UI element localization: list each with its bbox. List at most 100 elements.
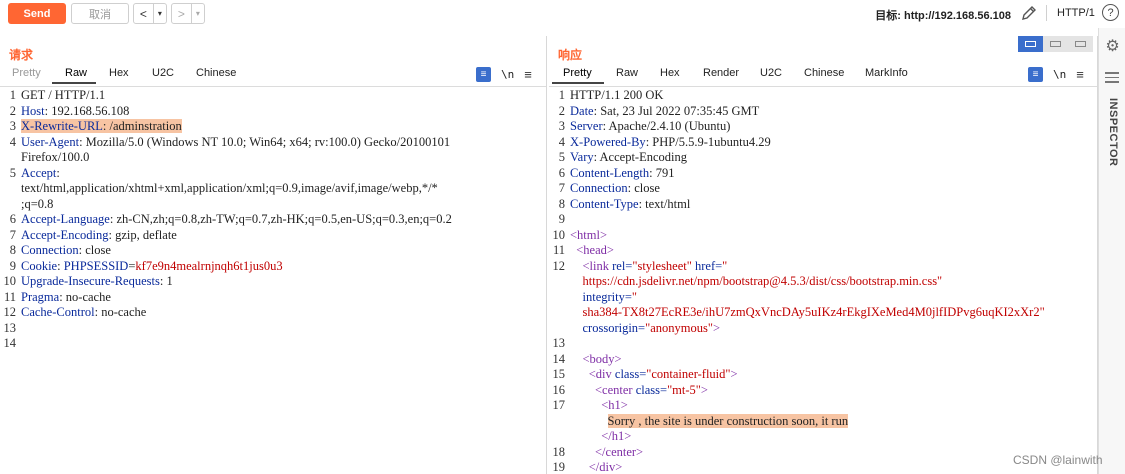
code-line: Accept-Language: zh-CN,zh;q=0.8,zh-TW;q=… bbox=[21, 212, 452, 228]
line-number: 4 bbox=[9, 134, 16, 149]
line-number: 18 bbox=[552, 444, 566, 459]
tab-hex[interactable]: Hex bbox=[109, 67, 129, 79]
code-line: Date: Sat, 23 Jul 2022 07:35:45 GMT bbox=[570, 104, 759, 120]
tab-hex[interactable]: Hex bbox=[660, 67, 680, 79]
right-sidebar: ⚙ INSPECTOR bbox=[1098, 28, 1125, 474]
watermark: CSDN @lainwith bbox=[1013, 453, 1103, 467]
code-line: <head> bbox=[570, 243, 614, 259]
code-token: Date bbox=[570, 103, 594, 118]
code-token: : 1 bbox=[159, 274, 173, 288]
response-tab-tools: ≡ \n ≡ bbox=[1028, 66, 1084, 82]
chevron-down-icon[interactable]: ▾ bbox=[190, 4, 204, 23]
inspector-tab[interactable]: INSPECTOR bbox=[1107, 98, 1119, 166]
line-number: 11 bbox=[3, 289, 16, 304]
response-panel: 响应 Pretty Raw Hex Render U2C Chinese Mar… bbox=[549, 36, 1098, 474]
code-token: : no-cache bbox=[94, 305, 147, 319]
code-token: </h1> bbox=[570, 429, 632, 443]
line-number: 15 bbox=[552, 367, 566, 381]
menu-icon[interactable]: ≡ bbox=[524, 67, 532, 82]
tab-u2c[interactable]: U2C bbox=[152, 67, 174, 79]
layout-toggle bbox=[1018, 36, 1093, 52]
code-token: PHPSESSID bbox=[63, 258, 129, 273]
back-button[interactable]: < ▾ bbox=[133, 3, 167, 24]
code-line: Content-Length: 791 bbox=[570, 166, 675, 182]
code-token: Cache-Control bbox=[21, 305, 95, 319]
code-token: "mt-5" bbox=[667, 382, 701, 397]
request-title: 请求 bbox=[9, 48, 34, 62]
side-by-side-layout-icon[interactable] bbox=[1018, 36, 1043, 52]
newline-toggle-icon[interactable]: \n bbox=[1053, 68, 1066, 81]
code-token: : close bbox=[627, 181, 660, 195]
stacked-layout-icon[interactable] bbox=[1043, 36, 1068, 52]
code-token: <html> bbox=[570, 227, 608, 242]
help-icon[interactable]: ? bbox=[1102, 4, 1119, 21]
line-number: 13 bbox=[3, 320, 17, 335]
tab-raw[interactable]: Raw bbox=[616, 67, 638, 79]
request-panel: 请求 Pretty Raw Hex U2C Chinese ≡ \n ≡ 1 GE… bbox=[0, 36, 547, 474]
code-token: " bbox=[631, 289, 638, 304]
code-token: sha384-TX8t27EcRE3e/ihU7zmQxVncDAy5uIKz4… bbox=[570, 305, 1045, 319]
code-token: : Mozilla/5.0 (Windows NT 10.0; Win64; x… bbox=[79, 134, 451, 149]
code-token: Cookie bbox=[21, 258, 58, 273]
code-token: " bbox=[722, 258, 728, 273]
code-line: sha384-TX8t27EcRE3e/ihU7zmQxVncDAy5uIKz4… bbox=[570, 305, 1045, 321]
tab-raw[interactable]: Raw bbox=[65, 67, 87, 79]
line-number: 12 bbox=[552, 258, 566, 273]
code-token: : /adminstration bbox=[102, 119, 182, 133]
code-line: Sorry , the site is under construction s… bbox=[570, 413, 849, 430]
code-token: <center bbox=[570, 382, 636, 397]
list-icon[interactable] bbox=[1105, 72, 1119, 86]
code-token: Connection bbox=[570, 181, 628, 195]
tab-pretty[interactable]: Pretty bbox=[563, 67, 592, 79]
code-token: > bbox=[712, 320, 721, 335]
tab-pretty[interactable]: Pretty bbox=[12, 67, 41, 79]
code-line: Vary: Accept-Encoding bbox=[570, 150, 687, 166]
code-token: Sorry , the site is under construction s… bbox=[607, 413, 849, 428]
code-token: > bbox=[730, 367, 738, 381]
toolbar-divider bbox=[1046, 5, 1047, 21]
code-token: Host bbox=[21, 103, 45, 118]
edit-target-icon[interactable] bbox=[1020, 4, 1038, 22]
line-number: 16 bbox=[552, 382, 566, 397]
tab-chinese[interactable]: Chinese bbox=[196, 67, 236, 79]
code-token: Connection bbox=[21, 243, 79, 257]
code-line: Firefox/100.0 bbox=[21, 150, 89, 166]
http-version-select[interactable]: HTTP/1 bbox=[1057, 7, 1095, 19]
tab-render[interactable]: Render bbox=[703, 67, 739, 79]
code-token: Firefox/100.0 bbox=[21, 150, 90, 164]
code-token: class= bbox=[614, 367, 647, 381]
code-token: ;q=0.8 bbox=[21, 196, 54, 211]
code-token: <h1> bbox=[570, 398, 628, 412]
code-token: HTTP/1.1 200 OK bbox=[570, 88, 664, 102]
code-line: crossorigin="anonymous"> bbox=[570, 320, 721, 337]
line-number: 7 bbox=[558, 181, 565, 195]
code-line: X-Powered-By: PHP/5.5.9-1ubuntu4.29 bbox=[570, 135, 771, 151]
wrap-lines-icon[interactable]: ≡ bbox=[476, 66, 491, 82]
code-token: integrity= bbox=[570, 289, 632, 304]
line-number: 9 bbox=[9, 258, 16, 273]
code-token: class= bbox=[635, 382, 668, 397]
code-line: </div> bbox=[570, 460, 623, 474]
tab-divider bbox=[0, 86, 546, 87]
chevron-down-icon[interactable]: ▾ bbox=[152, 4, 166, 23]
code-token: GET / HTTP/1.1 bbox=[21, 88, 106, 102]
cancel-button[interactable]: 取消 bbox=[71, 3, 129, 24]
gear-icon[interactable]: ⚙ bbox=[1104, 38, 1121, 55]
wrap-lines-icon[interactable]: ≡ bbox=[1028, 66, 1043, 82]
send-button[interactable]: Send bbox=[8, 3, 66, 24]
newline-toggle-icon[interactable]: \n bbox=[501, 68, 514, 81]
tab-markinfo[interactable]: MarkInfo bbox=[865, 67, 908, 79]
line-number: 14 bbox=[3, 336, 17, 350]
line-number: 4 bbox=[558, 134, 565, 149]
request-tab-tools: ≡ \n ≡ bbox=[476, 66, 532, 82]
code-token: : Accept-Encoding bbox=[593, 150, 687, 164]
tab-u2c[interactable]: U2C bbox=[760, 67, 782, 79]
forward-button[interactable]: > ▾ bbox=[171, 3, 205, 24]
menu-icon[interactable]: ≡ bbox=[1076, 67, 1084, 82]
tabbed-layout-icon[interactable] bbox=[1068, 36, 1093, 52]
code-token: Upgrade-Insecure-Requests bbox=[21, 274, 160, 288]
tab-chinese[interactable]: Chinese bbox=[804, 67, 844, 79]
code-token: : 192.168.56.108 bbox=[44, 103, 130, 118]
code-token: kf7e9n4mealrnjnqh6t1jus0u3 bbox=[135, 258, 283, 273]
code-token: text/html,application/xhtml+xml,applicat… bbox=[21, 181, 438, 195]
